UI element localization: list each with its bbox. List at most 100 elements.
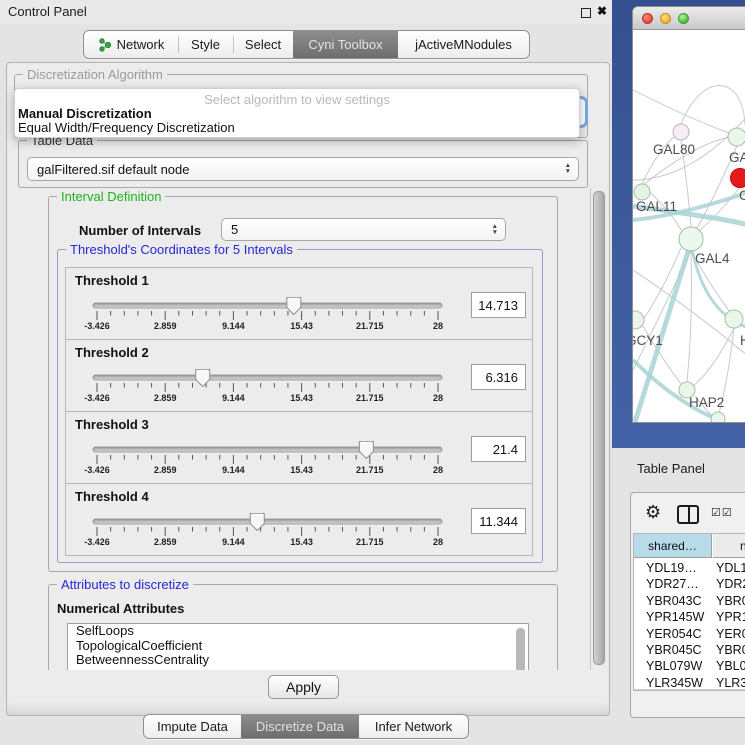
tab-cyni-toolbox[interactable]: Cyni Toolbox	[293, 31, 398, 58]
tab-label: jActiveMNodules	[415, 37, 512, 52]
cell-name: YPR1	[716, 610, 745, 624]
select-columns-checkbox-icons[interactable]: ☑☑	[711, 506, 733, 519]
split-panel-icon[interactable]	[677, 505, 699, 524]
node-label: C	[739, 188, 745, 203]
node-attribute-table[interactable]: shared… na YDL19…YDL1YDR27… YDR2 YBR043CYB…	[633, 533, 745, 691]
network-window-titlebar[interactable]	[633, 7, 745, 30]
control-panel-title: Control Panel	[8, 4, 87, 19]
dropdown-option-equal-width-frequency[interactable]: Equal Width/Frequency Discretization	[18, 120, 235, 135]
minimize-traffic-light-icon[interactable]	[660, 13, 671, 24]
node-label: GA	[729, 150, 745, 165]
svg-text:21.715: 21.715	[356, 321, 384, 331]
svg-text:-3.426: -3.426	[84, 537, 110, 547]
attributes-group-title: Attributes to discretize	[57, 577, 193, 592]
threshold-slider[interactable]: -3.4262.8599.14415.4321.71528	[85, 366, 450, 406]
network-node[interactable]	[711, 412, 725, 422]
slider-thumb[interactable]	[196, 370, 210, 387]
tab-label: Select	[245, 37, 281, 52]
network-node-gal4[interactable]	[679, 227, 703, 251]
svg-text:15.43: 15.43	[290, 537, 313, 547]
network-node-h[interactable]	[725, 310, 743, 328]
cell-shared-name: YDL19…	[646, 561, 697, 575]
threshold-slider[interactable]: -3.4262.8599.14415.4321.71528	[85, 510, 450, 550]
tab-impute-data[interactable]: Impute Data	[144, 715, 241, 738]
number-of-intervals-value: 5	[231, 222, 238, 237]
cell-shared-name: YLR345W	[646, 676, 703, 690]
tab-jactivemnodules[interactable]: jActiveMNodules	[398, 31, 529, 58]
numerical-attributes-label: Numerical Attributes	[57, 601, 184, 616]
attribute-list-item[interactable]: SelfLoops	[68, 624, 528, 639]
list-scrollbar[interactable]	[516, 628, 525, 670]
tab-select[interactable]: Select	[233, 31, 293, 58]
table-row[interactable]: YPR145WYPR1	[634, 609, 745, 625]
table-row[interactable]: YBL079WYBL0	[634, 658, 745, 674]
svg-text:-3.426: -3.426	[84, 393, 110, 403]
cell-shared-name: YER054C	[646, 627, 702, 641]
svg-text:2.859: 2.859	[154, 321, 177, 331]
attribute-list-item[interactable]: BetweennessCentrality	[68, 653, 528, 668]
cell-name: YDR2	[716, 577, 745, 591]
table-panel-title: Table Panel	[637, 461, 705, 476]
table-row[interactable]: YER054CYER0	[634, 626, 745, 642]
network-node-gcy1[interactable]	[633, 311, 644, 329]
table-row[interactable]: YBR043CYBR0	[634, 593, 745, 609]
threshold-panel-1: Threshold 1 -3.4262.8599.14415.4321.7152…	[65, 267, 533, 340]
slider-thumb[interactable]	[287, 298, 301, 315]
number-of-intervals-combobox[interactable]: 5	[221, 218, 506, 241]
panel-scrollbar[interactable]	[590, 188, 605, 670]
network-node-gal80[interactable]	[673, 124, 689, 140]
thresholds-group: Threshold's Coordinates for 5 Intervals …	[57, 249, 543, 563]
thresholds-group-title: Threshold's Coordinates for 5 Intervals	[66, 242, 297, 257]
settings-gear-icon[interactable]: ⚙	[645, 503, 661, 521]
threshold-slider[interactable]: -3.4262.8599.14415.4321.71528	[85, 438, 450, 478]
dropdown-option-manual-discretization[interactable]: Manual Discretization	[18, 106, 152, 121]
threshold-slider[interactable]: -3.4262.8599.14415.4321.71528	[85, 294, 450, 334]
cell-name: YBR0	[716, 643, 745, 657]
slider-thumb[interactable]	[359, 442, 373, 459]
tab-label: Impute Data	[157, 719, 228, 734]
table-panel: ⚙ ☑☑ shared… na YDL19…YDL1YDR27… YDR2 YBR0…	[630, 492, 745, 718]
tab-label: Network	[117, 37, 165, 52]
apply-button[interactable]: Apply	[268, 675, 339, 699]
numerical-attributes-list[interactable]: SelfLoopsTopologicalCoefficientBetweenne…	[67, 623, 529, 670]
tab-infer-network[interactable]: Infer Network	[359, 715, 468, 738]
threshold-value-field[interactable]: 21.4	[471, 436, 526, 462]
close-icon[interactable]: ✖	[597, 4, 607, 18]
threshold-value-field[interactable]: 11.344	[471, 508, 526, 534]
cell-shared-name: YDR27…	[646, 577, 699, 591]
svg-text:28: 28	[433, 465, 443, 475]
tab-label: Discretize Data	[256, 719, 344, 734]
threshold-label: Threshold 1	[75, 273, 149, 288]
threshold-value-field[interactable]: 14.713	[471, 292, 526, 318]
network-node-gal11[interactable]	[634, 184, 650, 200]
panel-scrollbar-thumb[interactable]	[593, 191, 605, 665]
svg-text:15.43: 15.43	[290, 393, 313, 403]
discretization-algorithm-title: Discretization Algorithm	[23, 67, 167, 82]
stepper-arrows-icon	[492, 224, 498, 236]
zoom-traffic-light-icon[interactable]	[678, 13, 689, 24]
tab-network[interactable]: Network	[84, 31, 178, 58]
table-row[interactable]: YBR045CYBR0	[634, 642, 745, 658]
column-header-name[interactable]: na	[713, 534, 745, 558]
tab-discretize-data[interactable]: Discretize Data	[241, 715, 359, 738]
table-horizontal-scrollbar[interactable]	[634, 689, 745, 691]
slider-thumb[interactable]	[250, 514, 264, 531]
column-header-shared-name[interactable]: shared…	[634, 534, 712, 558]
table-row[interactable]: YDL19…YDL1	[634, 560, 745, 576]
svg-text:9.144: 9.144	[222, 393, 245, 403]
float-window-icon[interactable]	[581, 8, 591, 18]
stepper-arrows-icon	[565, 163, 571, 175]
attribute-list-item[interactable]: TopologicalCoefficient	[68, 639, 528, 654]
table-panel-titlebar: Table Panel	[612, 448, 745, 490]
network-node-c[interactable]	[731, 169, 745, 188]
node-label: GAL11	[636, 199, 677, 214]
threshold-panel-4: Threshold 4 -3.4262.8599.14415.4321.7152…	[65, 483, 533, 556]
tab-style[interactable]: Style	[178, 31, 233, 58]
table-data-combobox[interactable]: galFiltered.sif default node	[27, 157, 579, 181]
threshold-value-field[interactable]: 6.316	[471, 364, 526, 390]
network-graph-canvas[interactable]: GAL80GACGAL11GAL4GCY1HHAP2	[633, 30, 745, 422]
network-node-ga[interactable]	[728, 128, 745, 146]
interval-definition-title: Interval Definition	[57, 189, 165, 204]
close-traffic-light-icon[interactable]	[642, 13, 653, 24]
table-row[interactable]: YDR27… YDR2	[634, 576, 745, 592]
